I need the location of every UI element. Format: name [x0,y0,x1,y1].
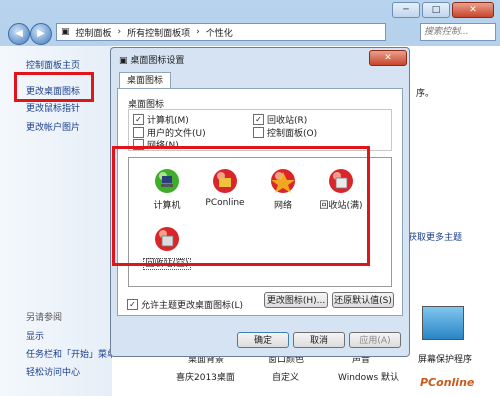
breadcrumb-2[interactable]: 个性化 [206,26,233,39]
checkbox-recycle-bin[interactable]: ✓ 回收站(R) [253,113,307,126]
checkbox-box[interactable] [253,127,264,138]
online-themes-link[interactable]: 获取更多主题 [408,230,462,243]
see-also-ease-of-access[interactable]: 轻松访问中心 [26,365,80,378]
tab-desktop-icons[interactable]: 桌面图标 [119,72,171,89]
change-icon-button[interactable]: 更改图标(H)... [264,292,328,308]
dialog-app-icon: ▣ [119,56,131,66]
search-input[interactable]: 搜索控制... [420,23,496,41]
address-row: ◀ ▶ ▣ 控制面板 › 所有控制面板项 › 个性化 搜索控制... [0,20,500,46]
close-window-button[interactable]: ✕ [452,2,494,18]
checkbox-computer[interactable]: ✓ 计算机(M) [133,113,189,126]
breadcrumb-0[interactable]: 控制面板 [76,26,112,39]
ok-button[interactable]: 确定 [237,332,289,348]
theme-name-2[interactable]: 自定义 [272,370,299,383]
main-text-fragment: 序。 [416,89,435,99]
window-controls: ─ □ ✕ [392,2,494,18]
cancel-button[interactable]: 取消 [293,332,345,348]
screensaver-thumbnail[interactable] [422,306,464,340]
theme-name-1[interactable]: 喜庆2013桌面 [176,370,235,383]
nav-change-account-picture[interactable]: 更改帐户图片 [26,120,80,133]
allow-themes-checkbox[interactable]: ✓ 允许主题更改桌面图标(L) [127,298,243,311]
address-bar[interactable]: ▣ 控制面板 › 所有控制面板项 › 个性化 [56,23,386,41]
desktop-icons-group: ✓ 计算机(M) ✓ 回收站(R) 用户的文件(U) 控制面板(O) 网络(N) [128,109,392,151]
nav-control-panel-home[interactable]: 控制面板主页 [26,58,80,71]
checkbox-control-panel[interactable]: 控制面板(O) [253,126,317,139]
checkbox-box[interactable]: ✓ [253,114,264,125]
checkbox-box[interactable] [133,127,144,138]
theme-label-screensaver[interactable]: 屏幕保护程序 [418,352,472,365]
checkbox-box[interactable]: ✓ [127,299,138,310]
minimize-button[interactable]: ─ [392,2,420,18]
see-also-display[interactable]: 显示 [26,329,44,342]
highlight-box-left [14,72,94,102]
highlight-box-icons [112,146,370,266]
dialog-close-button[interactable]: ✕ [369,50,407,66]
theme-name-3[interactable]: Windows 默认 [338,370,399,383]
maximize-button[interactable]: □ [422,2,450,18]
nav-change-mouse-pointer[interactable]: 更改鼠标指针 [26,101,80,114]
control-panel-icon: ▣ [61,27,70,37]
back-button[interactable]: ◀ [8,23,30,45]
breadcrumb-1[interactable]: 所有控制面板项 [127,26,190,39]
see-also-taskbar[interactable]: 任务栏和「开始」菜单 [26,347,116,360]
forward-button[interactable]: ▶ [30,23,52,45]
watermark-logo: PConline [420,376,475,389]
see-also-heading: 另请参阅 [26,313,63,323]
apply-button[interactable]: 应用(A) [349,332,401,348]
checkbox-box[interactable]: ✓ [133,114,144,125]
dialog-title: ▣ 桌面图标设置 [119,56,185,66]
restore-default-button[interactable]: 还原默认值(S) [332,292,394,308]
